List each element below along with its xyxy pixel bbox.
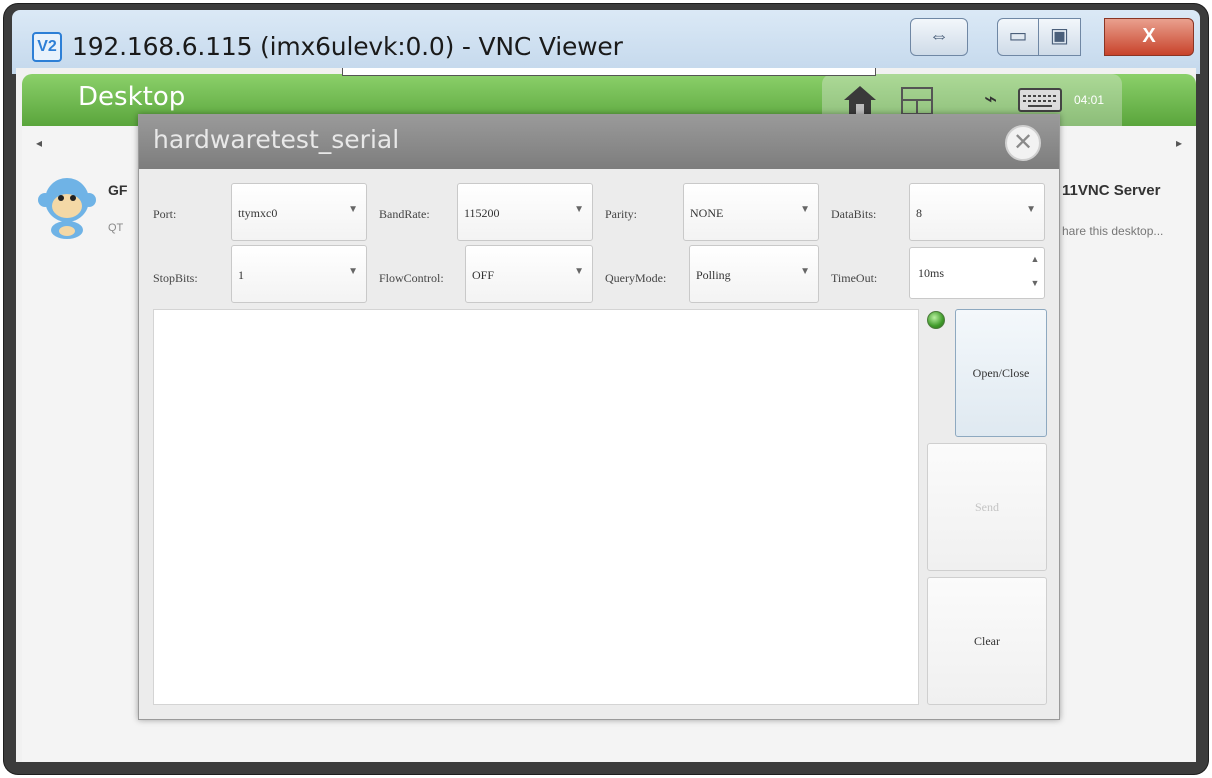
baudrate-label: BandRate: <box>379 207 430 221</box>
querymode-value: Polling <box>696 268 731 282</box>
monkey-app-icon[interactable] <box>36 174 98 240</box>
clock-text: 04:01 <box>1074 93 1105 107</box>
baudrate-select[interactable]: 115200 ▼ <box>457 183 593 241</box>
remote-desktop[interactable]: Desktop ⌁ 04:01 ◂ ▸ GF QT 11VNC Server h… <box>16 68 1196 762</box>
scroll-right-arrow[interactable]: ▸ <box>1176 136 1182 150</box>
app-name-left: GF <box>108 182 128 198</box>
app-desc-x11vnc: hare this desktop... <box>1062 224 1164 238</box>
port-label: Port: <box>153 207 177 221</box>
window-title: 192.168.6.115 (imx6ulevk:0.0) - VNC View… <box>72 32 623 61</box>
vnc-viewer-window: V2 192.168.6.115 (imx6ulevk:0.0) - VNC V… <box>4 4 1208 774</box>
chevron-down-icon: ▼ <box>800 266 810 277</box>
scroll-left-arrow[interactable]: ◂ <box>36 136 42 150</box>
chevron-down-icon: ▼ <box>1026 204 1036 215</box>
parity-label: Parity: <box>605 207 637 221</box>
minimize-button[interactable]: ▭ <box>997 18 1039 56</box>
spin-up-icon[interactable]: ▲ <box>1029 254 1041 264</box>
chevron-down-icon: ▼ <box>348 204 358 215</box>
close-window-button[interactable]: X <box>1104 18 1194 56</box>
app-desc-left: QT <box>108 222 124 234</box>
querymode-label: QueryMode: <box>605 271 667 285</box>
open-close-label: Open/Close <box>972 366 1030 380</box>
databits-value: 8 <box>916 206 922 220</box>
stopbits-label: StopBits: <box>153 271 198 285</box>
vnc-toolbar-handle[interactable] <box>342 68 876 76</box>
stopbits-select[interactable]: 1 ▼ <box>231 245 367 303</box>
databits-select[interactable]: 8 ▼ <box>909 183 1045 241</box>
window-switch-icon[interactable] <box>900 86 934 116</box>
flowcontrol-value: OFF <box>472 268 495 282</box>
chevron-down-icon: ▼ <box>574 204 584 215</box>
status-led-icon <box>927 311 945 329</box>
stopbits-value: 1 <box>238 268 244 282</box>
timeout-label: TimeOut: <box>831 271 878 285</box>
serial-test-dialog: hardwaretest_serial ✕ Port: ttymxc0 ▼ Ba… <box>138 114 1060 720</box>
spin-down-icon[interactable]: ▼ <box>1029 278 1041 288</box>
chevron-down-icon: ▼ <box>348 266 358 277</box>
timeout-spinbox[interactable]: 10ms ▲ ▼ <box>909 247 1045 299</box>
usb-icon: ⌁ <box>984 86 998 111</box>
querymode-select[interactable]: Polling ▼ <box>689 245 819 303</box>
clear-label: Clear <box>974 634 1000 648</box>
fullscreen-arrows-button[interactable]: ⇔ <box>910 18 968 56</box>
timeout-value: 10ms <box>918 266 945 280</box>
maximize-button[interactable]: ▣ <box>1039 18 1081 56</box>
desktop-title: Desktop <box>78 82 186 112</box>
parity-value: NONE <box>690 206 724 220</box>
baudrate-value: 115200 <box>464 206 500 220</box>
home-icon[interactable] <box>842 84 878 116</box>
vnc-logo-icon: V2 <box>32 32 62 62</box>
flowcontrol-label: FlowControl: <box>379 271 444 285</box>
send-label: Send <box>975 500 999 514</box>
vnc-titlebar[interactable]: V2 192.168.6.115 (imx6ulevk:0.0) - VNC V… <box>12 10 1200 74</box>
dialog-title: hardwaretest_serial <box>153 125 400 154</box>
chevron-down-icon: ▼ <box>574 266 584 277</box>
dialog-header[interactable]: hardwaretest_serial ✕ <box>139 115 1059 169</box>
clear-button[interactable]: Clear <box>927 577 1047 705</box>
open-close-button[interactable]: Open/Close <box>955 309 1047 437</box>
chevron-down-icon: ▼ <box>800 204 810 215</box>
send-button[interactable]: Send <box>927 443 1047 571</box>
keyboard-icon[interactable] <box>1018 88 1062 112</box>
serial-output-textarea[interactable] <box>153 309 919 705</box>
port-value: ttymxc0 <box>238 206 278 220</box>
databits-label: DataBits: <box>831 207 877 221</box>
parity-select[interactable]: NONE ▼ <box>683 183 819 241</box>
port-select[interactable]: ttymxc0 ▼ <box>231 183 367 241</box>
flowcontrol-select[interactable]: OFF ▼ <box>465 245 593 303</box>
dialog-close-icon[interactable]: ✕ <box>1005 125 1041 161</box>
app-name-x11vnc[interactable]: 11VNC Server <box>1062 182 1160 199</box>
